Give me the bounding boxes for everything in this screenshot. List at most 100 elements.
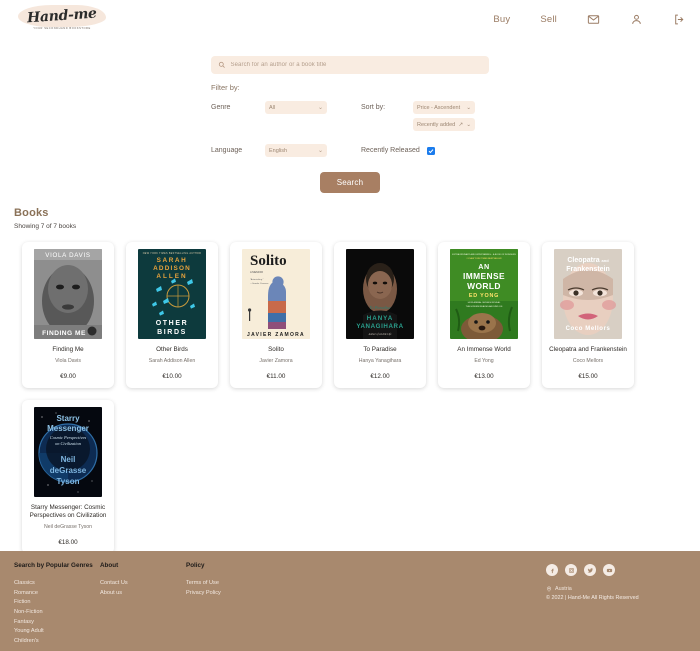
footer-policy-links: Terms of Use Privacy Policy xyxy=(186,579,272,598)
facebook-icon[interactable] xyxy=(546,564,558,576)
footer-genre-link[interactable]: Classics xyxy=(14,579,100,589)
svg-text:deGrasse: deGrasse xyxy=(50,466,87,475)
svg-text:on Civilization: on Civilization xyxy=(55,441,82,446)
svg-text:YANAGIHARA: YANAGIHARA xyxy=(356,323,403,330)
language-select[interactable]: English ⌄ xyxy=(265,144,327,157)
sort-price-select[interactable]: Price - Ascendent ⌄ xyxy=(413,101,475,114)
search-button-wrapper: Search xyxy=(0,172,700,193)
twitter-icon[interactable] xyxy=(584,564,596,576)
svg-text:BIRDS: BIRDS xyxy=(157,329,187,336)
svg-text:Frankenstein: Frankenstein xyxy=(566,266,610,273)
book-card[interactable]: EXTRAORDINARY AND ENTERTAINING... A BOOK… xyxy=(438,242,530,388)
nav-sell[interactable]: Sell xyxy=(540,14,557,25)
recently-released-checkbox[interactable] xyxy=(427,146,435,155)
book-title: Starry Messenger: Cosmic Perspectives on… xyxy=(29,503,107,520)
book-card[interactable]: Cleopatra and Frankenstein Coco Mellors … xyxy=(542,242,634,388)
footer-genre-link[interactable]: Non-Fiction xyxy=(14,608,100,618)
footer-column-policy: Policy Terms of Use Privacy Policy xyxy=(186,561,272,651)
svg-text:Neil: Neil xyxy=(61,455,76,464)
filters-block: Filter by: Genre All ⌄ Sort by: Price - … xyxy=(211,83,489,157)
book-title: Other Birds xyxy=(156,346,188,353)
books-count: Showing 7 of 7 books xyxy=(14,223,77,230)
book-cover: Starry Messenger Cosmic Perspectives on … xyxy=(34,406,102,497)
mail-icon[interactable] xyxy=(587,13,600,26)
svg-text:ED YONG: ED YONG xyxy=(469,293,499,299)
search-icon xyxy=(218,62,225,69)
genre-filter: Genre All ⌄ xyxy=(211,101,361,114)
recently-released-filter: Recently Released xyxy=(361,146,435,155)
footer-policy-link[interactable]: Terms of Use xyxy=(186,579,272,589)
footer-about-link[interactable]: Contact Us xyxy=(100,579,186,589)
book-cover: NEW YORK TIMES BESTSELLING AUTHOR SARAH … xyxy=(138,249,206,339)
recently-released-label: Recently Released xyxy=(361,147,420,154)
genre-label: Genre xyxy=(211,104,231,111)
book-card[interactable]: NEW YORK TIMES BESTSELLING AUTHOR SARAH … xyxy=(126,242,218,388)
footer-policy-heading: Policy xyxy=(186,562,205,569)
svg-text:HANYA: HANYA xyxy=(367,315,393,322)
book-cover: EXTRAORDINARY AND ENTERTAINING... A BOOK… xyxy=(450,249,518,339)
book-title: Cleopatra and Frankenstein xyxy=(549,346,627,353)
logo-wordmark: Hand-me xyxy=(26,5,98,26)
logo-tagline: YOUR SECONDHAND BOOKSTORE xyxy=(33,26,91,30)
svg-text:Tyson: Tyson xyxy=(57,477,80,486)
footer-about-link[interactable]: About us xyxy=(100,589,186,599)
svg-text:EXTRAORDINARY AND ENTERTAINING: EXTRAORDINARY AND ENTERTAINING... A BOOK… xyxy=(452,253,516,256)
site-header: Hand-me YOUR SECONDHAND BOOKSTORE Buy Se… xyxy=(0,0,700,38)
search-box[interactable] xyxy=(211,56,489,74)
book-price: €10.00 xyxy=(162,372,182,380)
chevron-down-icon: ⌄ xyxy=(317,105,323,111)
svg-text:AN: AN xyxy=(478,262,490,271)
footer-about-heading: About xyxy=(100,562,119,569)
book-author: Viola Davis xyxy=(55,357,81,364)
sort-price-value: Price - Ascendent xyxy=(417,104,461,111)
site-logo[interactable]: Hand-me YOUR SECONDHAND BOOKSTORE xyxy=(18,2,106,36)
book-title: An Immense World xyxy=(457,346,511,353)
footer-genres-heading: Search by Popular Genres xyxy=(14,562,93,569)
instagram-icon[interactable] xyxy=(565,564,577,576)
sort-recent-select[interactable]: Recently added ↗ ⌄ xyxy=(413,118,475,131)
books-header: Books Showing 7 of 7 books xyxy=(0,193,700,230)
genre-select[interactable]: All ⌄ xyxy=(265,101,327,114)
nav-buy[interactable]: Buy xyxy=(493,14,510,25)
book-author: Sarah Addison Allen xyxy=(148,357,196,364)
search-button[interactable]: Search xyxy=(319,172,381,193)
book-title: Finding Me xyxy=(52,346,84,353)
logout-icon[interactable] xyxy=(673,13,686,26)
book-card[interactable]: Solito A MEMOIR "Astonishing." —Sandra C… xyxy=(230,242,322,388)
svg-text:HOW ANIMAL SENSES REVEAL: HOW ANIMAL SENSES REVEAL xyxy=(468,301,501,304)
book-card[interactable]: To Paradise HANYA YANAGIHARA Author of A… xyxy=(334,242,426,388)
svg-text:Author of A Little Life: Author of A Little Life xyxy=(368,333,393,336)
footer-copyright: © 2022 | Hand-Me All Rights Reserved xyxy=(546,595,639,601)
svg-text:"Astonishing.": "Astonishing." xyxy=(250,278,264,281)
footer-location-label: Austria xyxy=(555,586,572,592)
book-card[interactable]: VIOLA DAVIS FINDING ME Finding Me Viola D… xyxy=(22,242,114,388)
book-author: Javier Zamora xyxy=(259,357,293,364)
svg-text:IMMENSE: IMMENSE xyxy=(463,271,505,281)
footer-genre-link[interactable]: Children's xyxy=(14,637,100,647)
book-price: €13.00 xyxy=(474,372,494,380)
footer-column-about: About Contact Us About us xyxy=(100,561,186,651)
book-card[interactable]: Starry Messenger Cosmic Perspectives on … xyxy=(22,399,114,554)
svg-text:SARAH: SARAH xyxy=(157,257,188,264)
search-input[interactable] xyxy=(230,62,482,68)
filter-by-label: Filter by: xyxy=(211,83,240,92)
youtube-icon[interactable] xyxy=(603,564,615,576)
user-icon[interactable] xyxy=(630,13,643,26)
book-cover: To Paradise HANYA YANAGIHARA Author of A… xyxy=(346,249,414,339)
svg-text:Messenger: Messenger xyxy=(47,424,89,433)
book-author: Coco Mellors xyxy=(572,357,604,364)
chevron-down-icon: ⌄ xyxy=(317,148,323,154)
footer-genre-link[interactable]: Romance xyxy=(14,589,100,599)
svg-text:JAVIER ZAMORA: JAVIER ZAMORA xyxy=(247,332,305,338)
footer-genre-link[interactable]: Young Adult xyxy=(14,627,100,637)
genre-value: All xyxy=(269,104,276,111)
svg-text:WORLD: WORLD xyxy=(467,281,501,291)
footer-genre-link[interactable]: Fantasy xyxy=(14,618,100,628)
footer-genre-link[interactable]: Fiction xyxy=(14,598,100,608)
book-price: €9.00 xyxy=(60,372,76,380)
language-value: English xyxy=(269,147,288,154)
sort-direction-icon[interactable]: ↗ xyxy=(459,122,464,128)
book-cover: Solito A MEMOIR "Astonishing." —Sandra C… xyxy=(242,249,310,339)
svg-text:FINDING ME: FINDING ME xyxy=(42,330,86,337)
footer-policy-link[interactable]: Privacy Policy xyxy=(186,589,272,599)
